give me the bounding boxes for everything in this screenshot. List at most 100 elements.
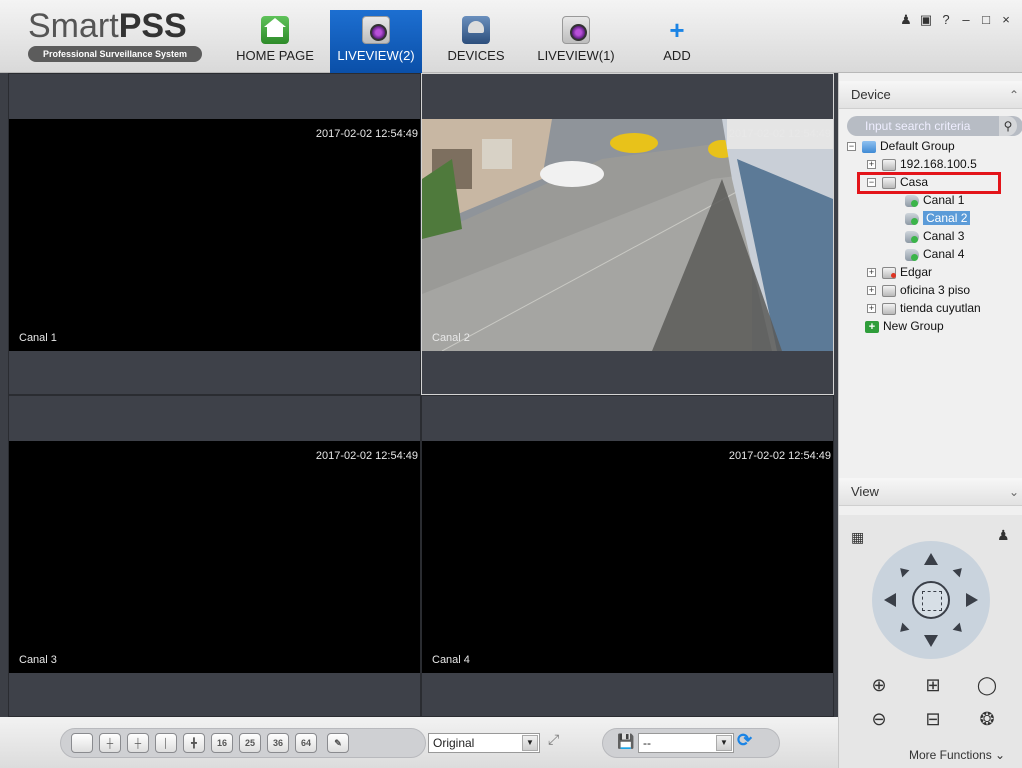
tree-node-new-group[interactable]: + New Group bbox=[865, 317, 944, 335]
camera-feed-image bbox=[422, 119, 833, 351]
video-grid: 2017-02-02 12:54:49 Canal 1 2017-02-02 1… bbox=[8, 73, 834, 717]
layout-8-button[interactable]: │ bbox=[155, 733, 177, 753]
zoom-in-icon[interactable]: ⊕ bbox=[867, 675, 891, 696]
preset-select[interactable]: -- ▼ bbox=[638, 733, 734, 753]
chevron-down-icon[interactable]: ⌄ bbox=[1009, 478, 1019, 506]
layout-25-button[interactable]: 25 bbox=[239, 733, 261, 753]
search-icon[interactable]: ⚲ bbox=[999, 116, 1017, 136]
maximize-icon[interactable]: □ bbox=[976, 12, 996, 27]
device-icon bbox=[882, 302, 896, 315]
view-panel-header[interactable]: View ⌄ bbox=[839, 478, 1022, 506]
device-panel-header[interactable]: Device ⌃ bbox=[839, 81, 1022, 109]
tab-liveview-2[interactable]: LIVEVIEW(2) bbox=[330, 10, 422, 73]
close-icon[interactable]: × bbox=[996, 12, 1016, 27]
device-offline-icon bbox=[882, 266, 896, 279]
tree-node-channel[interactable]: Canal 4 bbox=[905, 245, 964, 263]
tree-node-device[interactable]: + Edgar bbox=[867, 263, 932, 281]
tab-label: LIVEVIEW(2) bbox=[337, 48, 415, 63]
expand-icon[interactable]: + bbox=[867, 304, 876, 314]
expand-icon[interactable]: + bbox=[867, 286, 876, 296]
ptz-left-arrow[interactable] bbox=[884, 593, 896, 607]
user-icon[interactable]: ♟ bbox=[896, 12, 916, 28]
iris-close-icon[interactable]: ❂ bbox=[975, 709, 999, 730]
ptz-menu-icon[interactable]: ▦ bbox=[851, 529, 864, 546]
ptz-3d-zoom-icon[interactable] bbox=[912, 581, 950, 619]
ptz-control-panel: ▦ ♟ ⊕ ⊞ ◯ ⊖ ⊟ ❂ More Functions ⌄ bbox=[839, 515, 1022, 768]
layout-4-button[interactable]: ┼ bbox=[99, 733, 121, 753]
video-feed[interactable]: 2017-02-02 12:54:49 Canal 3 bbox=[9, 441, 420, 673]
tree-node-channel[interactable]: Canal 3 bbox=[905, 227, 964, 245]
refresh-icon[interactable]: ⟳ bbox=[737, 730, 752, 751]
layout-6-button[interactable]: ┼ bbox=[127, 733, 149, 753]
video-feed[interactable]: 2017-02-02 12:54:49 Canal 4 bbox=[422, 441, 833, 673]
tree-node-device[interactable]: + oficina 3 piso bbox=[867, 281, 970, 299]
tree-node-channel-selected[interactable]: Canal 2 bbox=[905, 209, 971, 227]
layout-9-button[interactable]: ╋ bbox=[183, 733, 205, 753]
ptz-up-left-arrow[interactable] bbox=[896, 564, 910, 578]
device-search-input[interactable]: Input search criteria ⚲ bbox=[847, 116, 1022, 136]
camera-icon bbox=[905, 194, 919, 207]
tab-label: HOME PAGE bbox=[236, 48, 314, 63]
tree-node-device[interactable]: + tienda cuyutlan bbox=[867, 299, 981, 317]
video-feed[interactable]: 2017-02-02 12:54:49 Canal 1 bbox=[9, 119, 420, 351]
title-bar: SmartPSS Professional Surveillance Syste… bbox=[0, 0, 1022, 73]
video-timestamp: 2017-02-02 12:54:49 bbox=[728, 450, 831, 462]
layout-36-button[interactable]: 36 bbox=[267, 733, 289, 753]
ptz-down-right-arrow[interactable] bbox=[952, 622, 966, 636]
tab-label: ADD bbox=[663, 48, 691, 63]
search-placeholder: Input search criteria bbox=[865, 119, 971, 133]
channel-name: Canal 2 bbox=[432, 332, 470, 344]
focus-near-icon[interactable]: ⊞ bbox=[921, 675, 945, 696]
camera-icon bbox=[905, 212, 919, 225]
highlight-box bbox=[857, 172, 1001, 194]
tab-label: LIVEVIEW(1) bbox=[537, 48, 615, 63]
iris-open-icon[interactable]: ◯ bbox=[975, 675, 999, 696]
ptz-config-icon[interactable]: ♟ bbox=[997, 527, 1010, 544]
video-cell-canal-4[interactable]: 2017-02-02 12:54:49 Canal 4 bbox=[421, 395, 834, 717]
layout-16-button[interactable]: 16 bbox=[211, 733, 233, 753]
chevron-up-icon[interactable]: ⌃ bbox=[1009, 81, 1019, 109]
camera-icon bbox=[362, 16, 390, 44]
tree-node-default-group[interactable]: − Default Group bbox=[847, 137, 955, 155]
camera-icon bbox=[905, 230, 919, 243]
folder-icon bbox=[862, 140, 876, 153]
fullscreen-icon[interactable]: ⤢ bbox=[548, 731, 559, 748]
lock-icon[interactable]: ▣ bbox=[916, 12, 936, 28]
ptz-down-left-arrow[interactable] bbox=[896, 622, 910, 636]
zoom-out-icon[interactable]: ⊖ bbox=[867, 709, 891, 730]
tab-devices[interactable]: DEVICES bbox=[436, 10, 516, 73]
layout-64-button[interactable]: 64 bbox=[295, 733, 317, 753]
video-feed[interactable]: 2017-02-02 12:54:49 Canal 2 bbox=[422, 119, 833, 351]
ptz-direction-pad bbox=[872, 541, 990, 659]
more-functions-link[interactable]: More Functions ⌄ bbox=[909, 748, 1005, 762]
ptz-down-arrow[interactable] bbox=[924, 635, 938, 647]
collapse-icon[interactable]: − bbox=[847, 142, 856, 152]
ptz-up-arrow[interactable] bbox=[924, 553, 938, 565]
expand-icon[interactable]: + bbox=[867, 268, 876, 278]
camera-icon bbox=[562, 16, 590, 44]
expand-icon[interactable]: + bbox=[867, 160, 876, 170]
minimize-icon[interactable]: – bbox=[956, 12, 976, 27]
devices-icon bbox=[462, 16, 490, 44]
tab-liveview-1[interactable]: LIVEVIEW(1) bbox=[530, 10, 622, 73]
video-timestamp: 2017-02-02 12:54:49 bbox=[315, 450, 418, 462]
tab-home-page[interactable]: HOME PAGE bbox=[230, 10, 320, 73]
device-icon bbox=[882, 284, 896, 297]
video-cell-canal-3[interactable]: 2017-02-02 12:54:49 Canal 3 bbox=[8, 395, 421, 717]
stream-select-value: Original bbox=[433, 736, 475, 750]
more-functions-label: More Functions bbox=[909, 748, 992, 762]
video-cell-canal-1[interactable]: 2017-02-02 12:54:49 Canal 1 bbox=[8, 73, 421, 395]
save-icon[interactable]: 💾 bbox=[617, 733, 634, 750]
app-logo: SmartPSS Professional Surveillance Syste… bbox=[28, 8, 202, 62]
tab-add[interactable]: + ADD bbox=[652, 10, 702, 73]
ptz-up-right-arrow[interactable] bbox=[952, 564, 966, 578]
tree-node-device[interactable]: +192.168.100.5 bbox=[867, 155, 977, 173]
ptz-right-arrow[interactable] bbox=[966, 593, 978, 607]
video-cell-canal-2[interactable]: 2017-02-02 12:54:49 Canal 2 bbox=[421, 73, 834, 395]
layout-1-button[interactable] bbox=[71, 733, 93, 753]
custom-layout-icon[interactable]: ✎ bbox=[327, 733, 349, 753]
focus-far-icon[interactable]: ⊟ bbox=[921, 709, 945, 730]
window-controls: ♟ ▣? – □ × bbox=[896, 12, 1016, 28]
stream-select[interactable]: Original ▼ bbox=[428, 733, 540, 753]
help-icon[interactable]: ? bbox=[936, 12, 956, 27]
